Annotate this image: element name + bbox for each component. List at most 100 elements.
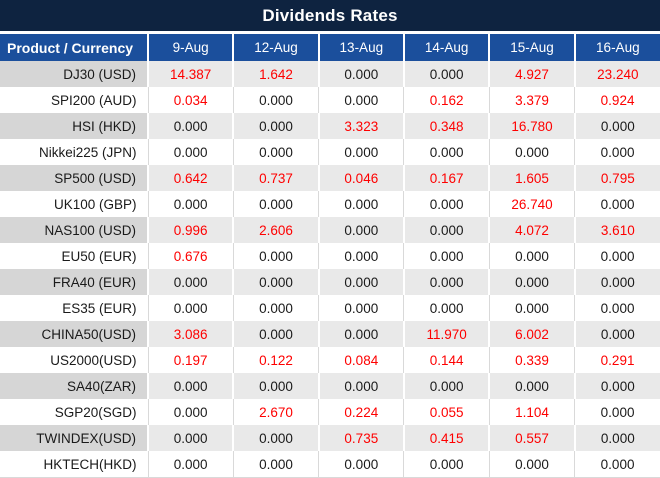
table-row: ES35 (EUR) 0.000 0.000 0.000 0.000 0.000 0.000 xyxy=(0,295,660,321)
rate-value-cell: 3.086 xyxy=(148,321,235,347)
table-title-text: Dividends Rates xyxy=(262,5,398,25)
dividends-rates-table: Product / Currency 9-Aug 12-Aug 13-Aug 14-A… xyxy=(0,34,660,478)
rate-value-cell: 0.000 xyxy=(233,295,320,321)
product-label: HKTECH(HKD) xyxy=(0,451,149,478)
date-column-header: 13-Aug xyxy=(318,34,405,61)
product-label: SA40(ZAR) xyxy=(0,373,149,399)
table-body: DJ30 (USD) 14.387 1.642 0.000 0.000 4.927 23.2… xyxy=(0,61,660,478)
rate-value-cell: 0.000 xyxy=(574,113,660,139)
rate-value-cell: 0.000 xyxy=(148,295,234,321)
date-column-header: 16-Aug xyxy=(574,34,660,61)
rate-value-cell: 0.000 xyxy=(574,399,660,425)
product-label: FRA40 (EUR) xyxy=(0,269,149,295)
product-label: UK100 (GBP) xyxy=(0,191,149,217)
rate-value-cell: 0.000 xyxy=(574,425,660,451)
rate-value-cell: 16.780 xyxy=(489,113,576,139)
rate-value-cell: 0.144 xyxy=(403,347,490,373)
table-row: UK100 (GBP) 0.000 0.000 0.000 0.000 26.740 0.0… xyxy=(0,191,660,217)
rate-value-cell: 0.167 xyxy=(403,165,491,191)
rate-value-cell: 3.610 xyxy=(574,217,660,243)
product-label: NAS100 (USD) xyxy=(0,217,149,243)
rate-value-cell: 0.735 xyxy=(318,425,405,451)
rate-value-cell: 23.240 xyxy=(574,61,660,87)
rate-value-cell: 0.795 xyxy=(574,165,660,191)
table-row: NAS100 (USD) 0.996 2.606 0.000 0.000 4.072 3.6… xyxy=(0,217,660,243)
product-label: DJ30 (USD) xyxy=(0,61,149,87)
rate-value-cell: 0.000 xyxy=(318,139,405,165)
rate-value-cell: 0.000 xyxy=(574,139,660,165)
rate-value-cell: 0.000 xyxy=(403,191,490,217)
rate-value-cell: 0.000 xyxy=(574,295,660,321)
rate-value-cell: 0.000 xyxy=(318,191,405,217)
rate-value-cell: 0.034 xyxy=(148,87,234,113)
table-row: US2000(USD) 0.197 0.122 0.084 0.144 0.339 0.29… xyxy=(0,347,660,373)
table-row: HKTECH(HKD) 0.000 0.000 0.000 0.000 0.000 0.00… xyxy=(0,451,660,478)
rate-value-cell: 0.000 xyxy=(318,269,405,295)
rate-value-cell: 0.000 xyxy=(148,425,235,451)
rate-value-cell: 0.000 xyxy=(148,373,235,399)
rate-value-cell: 14.387 xyxy=(148,61,235,87)
rate-value-cell: 0.000 xyxy=(403,373,491,399)
rate-value-cell: 0.000 xyxy=(148,399,234,425)
rate-value-cell: 0.000 xyxy=(318,61,405,87)
rate-value-cell: 0.000 xyxy=(318,451,405,478)
rate-value-cell: 0.000 xyxy=(233,425,320,451)
rate-value-cell: 0.000 xyxy=(403,295,490,321)
rate-value-cell: 0.000 xyxy=(403,243,490,269)
rate-value-cell: 0.676 xyxy=(148,243,234,269)
rate-value-cell: 4.927 xyxy=(489,61,576,87)
rate-value-cell: 0.000 xyxy=(318,243,405,269)
table-row: DJ30 (USD) 14.387 1.642 0.000 0.000 4.927 23.2… xyxy=(0,61,660,87)
rate-value-cell: 0.000 xyxy=(489,139,576,165)
rate-value-cell: 0.000 xyxy=(148,113,235,139)
rate-value-cell: 0.000 xyxy=(148,269,235,295)
rate-value-cell: 11.970 xyxy=(403,321,491,347)
rate-value-cell: 0.224 xyxy=(318,399,405,425)
rate-value-cell: 0.122 xyxy=(233,347,320,373)
product-label: Nikkei225 (JPN) xyxy=(0,139,149,165)
rate-value-cell: 0.084 xyxy=(318,347,405,373)
rate-value-cell: 2.670 xyxy=(233,399,320,425)
rate-value-cell: 0.000 xyxy=(233,139,320,165)
rate-value-cell: 0.000 xyxy=(318,87,405,113)
rate-value-cell: 0.000 xyxy=(233,321,320,347)
rate-value-cell: 0.055 xyxy=(403,399,490,425)
rate-value-cell: 3.323 xyxy=(318,113,405,139)
date-column-header: 15-Aug xyxy=(489,34,576,61)
product-label: SGP20(SGD) xyxy=(0,399,149,425)
rate-value-cell: 0.996 xyxy=(148,217,235,243)
rate-value-cell: 0.557 xyxy=(489,425,576,451)
table-row: SP500 (USD) 0.642 0.737 0.046 0.167 1.605 0.79… xyxy=(0,165,660,191)
rate-value-cell: 0.339 xyxy=(489,347,576,373)
date-column-header: 9-Aug xyxy=(148,34,235,61)
table-row: CHINA50(USD) 3.086 0.000 0.000 11.970 6.002 0.… xyxy=(0,321,660,347)
rate-value-cell: 0.000 xyxy=(318,217,405,243)
rate-value-cell: 0.000 xyxy=(233,243,320,269)
rate-value-cell: 0.000 xyxy=(489,373,576,399)
rate-value-cell: 0.000 xyxy=(403,61,491,87)
rate-value-cell: 0.000 xyxy=(489,295,576,321)
date-column-header: 12-Aug xyxy=(233,34,320,61)
date-column-header: 14-Aug xyxy=(403,34,491,61)
rate-value-cell: 0.000 xyxy=(403,139,490,165)
product-label: TWINDEX(USD) xyxy=(0,425,149,451)
rate-value-cell: 0.000 xyxy=(148,191,234,217)
rate-value-cell: 0.000 xyxy=(318,321,405,347)
rate-value-cell: 0.000 xyxy=(233,269,320,295)
table-row: SA40(ZAR) 0.000 0.000 0.000 0.000 0.000 0.000 xyxy=(0,373,660,399)
rate-value-cell: 0.000 xyxy=(489,269,576,295)
rate-value-cell: 3.379 xyxy=(489,87,576,113)
rate-value-cell: 0.000 xyxy=(233,87,320,113)
rate-value-cell: 4.072 xyxy=(489,217,576,243)
rate-value-cell: 0.348 xyxy=(403,113,491,139)
product-label: EU50 (EUR) xyxy=(0,243,149,269)
table-row: SGP20(SGD) 0.000 2.670 0.224 0.055 1.104 0.000 xyxy=(0,399,660,425)
rate-value-cell: 0.000 xyxy=(574,243,660,269)
rate-value-cell: 0.000 xyxy=(318,295,405,321)
rate-value-cell: 0.924 xyxy=(574,87,660,113)
rate-value-cell: 1.104 xyxy=(489,399,576,425)
rate-value-cell: 0.642 xyxy=(148,165,235,191)
rate-value-cell: 6.002 xyxy=(489,321,576,347)
rate-value-cell: 0.000 xyxy=(403,451,490,478)
rate-value-cell: 0.291 xyxy=(574,347,660,373)
